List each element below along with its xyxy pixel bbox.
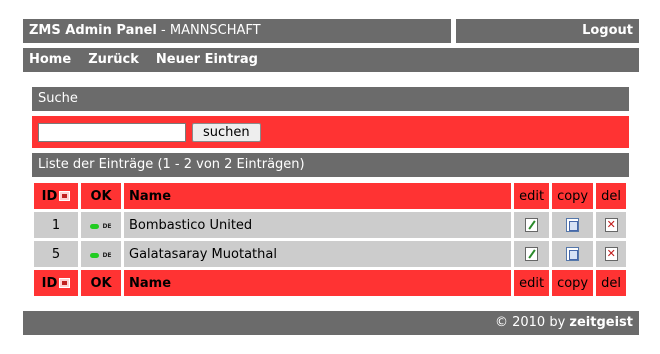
column-footer-del: del	[596, 270, 626, 296]
column-header-edit: edit	[514, 183, 550, 209]
copy-icon[interactable]	[566, 247, 580, 261]
copy-icon[interactable]	[566, 218, 580, 232]
row-name: Galatasaray Muotathal	[124, 241, 512, 267]
table-header-row: ID OK Name edit copy del	[34, 183, 626, 209]
table-row: 5 DE Galatasaray Muotathal	[34, 241, 626, 267]
column-footer-edit: edit	[514, 270, 550, 296]
column-footer-name: Name	[124, 270, 512, 296]
row-id: 1	[34, 212, 78, 238]
title-separator: -	[156, 23, 170, 38]
row-delete-cell	[596, 212, 626, 238]
edit-icon[interactable]	[525, 247, 539, 261]
delete-icon[interactable]	[604, 218, 618, 232]
language-label: DE	[102, 251, 112, 259]
table-footer-row: ID OK Name edit copy del	[34, 270, 626, 296]
row-id: 5	[34, 241, 78, 267]
row-copy-cell	[552, 241, 594, 267]
nav-home-link[interactable]: Home	[29, 52, 71, 67]
column-footer-id[interactable]: ID	[34, 270, 78, 296]
app-title: ZMS Admin Panel	[29, 23, 157, 38]
search-form: suchen	[32, 116, 629, 148]
column-header-del: del	[596, 183, 626, 209]
row-status: DE	[81, 212, 121, 238]
row-edit-cell	[514, 241, 550, 267]
sort-icon[interactable]	[59, 190, 71, 201]
entries-table: ID OK Name edit copy del 1 DE Bombastico…	[31, 180, 629, 299]
search-button[interactable]: suchen	[192, 122, 261, 142]
sort-icon[interactable]	[59, 277, 71, 288]
row-edit-cell	[514, 212, 550, 238]
page-footer: © 2010 by zeitgeist	[23, 311, 639, 335]
language-label: DE	[102, 222, 112, 230]
row-name: Bombastico United	[124, 212, 512, 238]
nav-new-entry-link[interactable]: Neuer Eintrag	[156, 52, 258, 67]
delete-icon[interactable]	[604, 247, 618, 261]
row-status: DE	[81, 241, 121, 267]
search-input[interactable]	[38, 122, 186, 142]
section-title: MANNSCHAFT	[169, 23, 261, 38]
main-nav: Home Zurück Neuer Eintrag	[23, 48, 639, 72]
footer-brand: zeitgeist	[569, 315, 633, 330]
search-heading: Suche	[32, 87, 629, 111]
nav-back-link[interactable]: Zurück	[88, 52, 139, 67]
column-header-name: Name	[124, 183, 512, 209]
column-footer-copy: copy	[552, 270, 594, 296]
logout-link[interactable]: Logout	[582, 23, 633, 38]
column-header-ok: OK	[81, 183, 121, 209]
table-row: 1 DE Bombastico United	[34, 212, 626, 238]
column-header-id[interactable]: ID	[34, 183, 78, 209]
status-dot-icon[interactable]	[90, 223, 100, 229]
row-delete-cell	[596, 241, 626, 267]
column-footer-ok: OK	[81, 270, 121, 296]
title-bar: ZMS Admin Panel - MANNSCHAFT	[23, 19, 451, 43]
list-heading: Liste der Einträge (1 - 2 von 2 Einträge…	[32, 153, 629, 177]
status-dot-icon[interactable]	[90, 252, 100, 258]
edit-icon[interactable]	[525, 218, 539, 232]
column-header-copy: copy	[552, 183, 594, 209]
row-copy-cell	[552, 212, 594, 238]
logout-bar: Logout	[456, 19, 639, 43]
copyright-text: © 2010 by	[494, 315, 570, 330]
